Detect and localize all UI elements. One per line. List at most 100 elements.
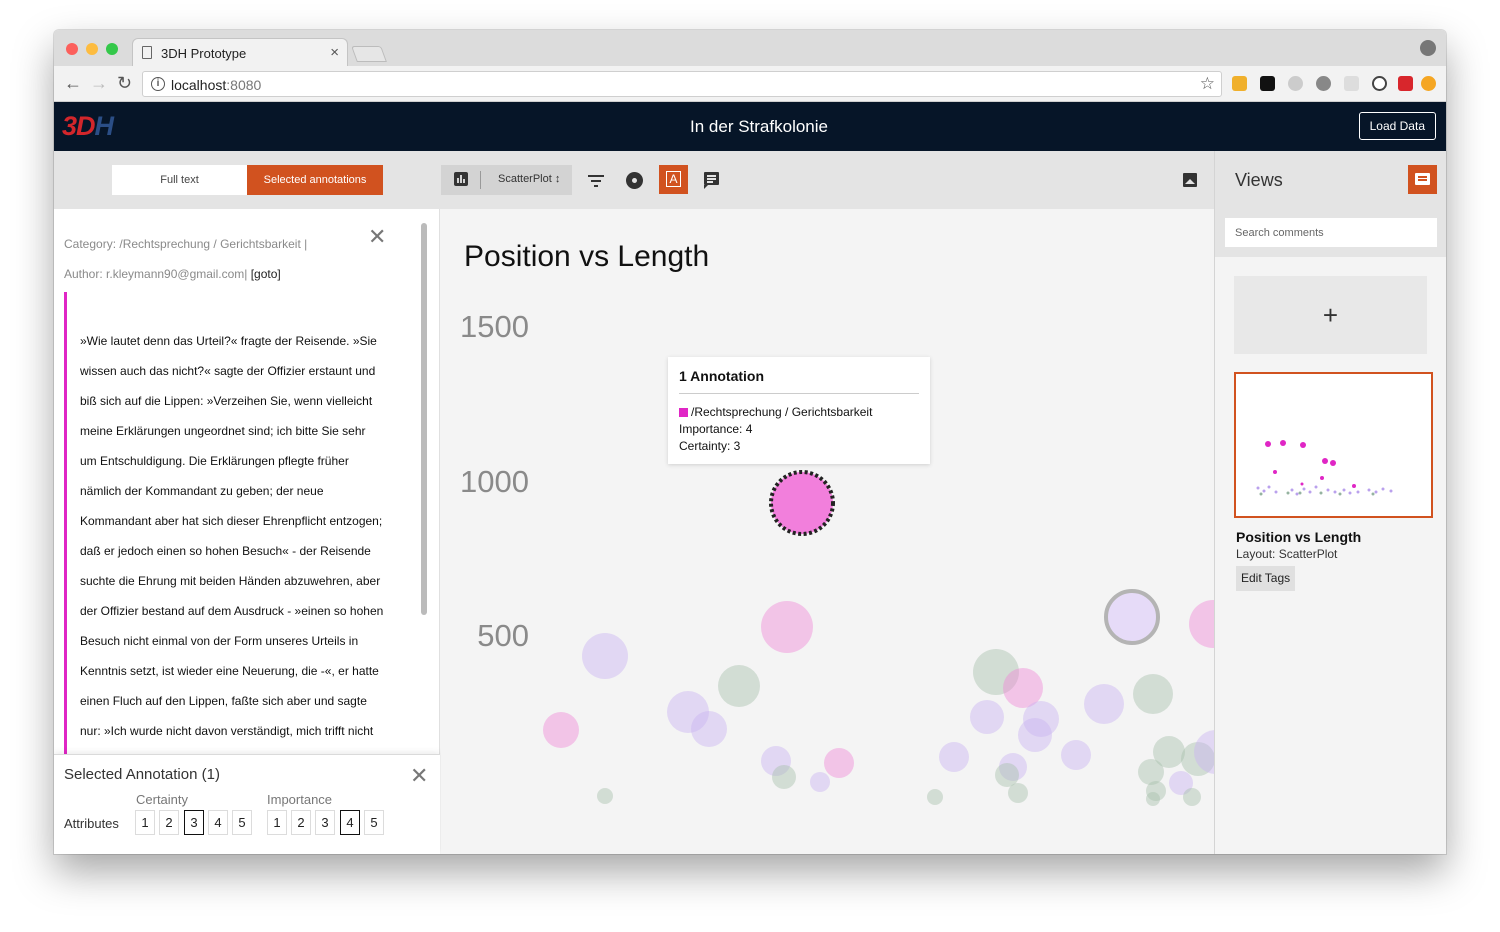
annotations-toggle-button[interactable]: A [659, 165, 688, 194]
data-point[interactable] [761, 601, 813, 653]
view-layout: Layout: ScatterPlot [1236, 547, 1338, 561]
app-header: 3DH In der Strafkolonie Load Data [54, 102, 1446, 151]
text-line: meine Erklärungen ungeordnet sind; ich b… [80, 424, 366, 438]
certainty-option-1[interactable]: 1 [135, 810, 155, 835]
minimize-window-icon[interactable] [86, 43, 98, 55]
tab-title: 3DH Prototype [161, 46, 247, 61]
data-point[interactable] [970, 700, 1004, 734]
selected-annotations-toggle[interactable]: Selected annotations [247, 165, 383, 195]
comment-icon[interactable] [704, 172, 719, 189]
load-data-button[interactable]: Load Data [1358, 112, 1436, 140]
annotation-category: Category: /Rechtsprechung / Gerichtsbark… [64, 237, 308, 251]
views-header: Views [1215, 151, 1446, 209]
back-icon[interactable]: ← [64, 74, 82, 92]
annotation-detail-panel: Category: /Rechtsprechung / Gerichtsbark… [54, 209, 440, 754]
text-line: suchte die Ehrung mit beiden Händen abzu… [80, 574, 381, 588]
close-window-icon[interactable] [66, 43, 78, 55]
text-line: nämlich der Kommandant zu geben; der neu… [80, 484, 324, 498]
forward-icon[interactable]: → [90, 74, 108, 92]
data-point-selected[interactable] [1104, 589, 1160, 645]
data-point-highlighted[interactable] [769, 470, 835, 536]
divider [480, 171, 481, 189]
url-text: localhost:8080 [171, 77, 262, 93]
tooltip-title: 1 Annotation [679, 368, 765, 384]
certainty-option-4[interactable]: 4 [208, 810, 228, 835]
new-tab-button[interactable] [351, 46, 387, 62]
plot-canvas[interactable] [441, 209, 1214, 854]
zoom-window-icon[interactable] [106, 43, 118, 55]
data-point[interactable] [1018, 718, 1052, 752]
certainty-option-2[interactable]: 2 [159, 810, 179, 835]
data-point[interactable] [772, 765, 796, 789]
importance-option-5[interactable]: 5 [364, 810, 384, 835]
data-point[interactable] [1138, 759, 1164, 785]
extension-k-icon[interactable] [1232, 76, 1247, 91]
importance-option-3[interactable]: 3 [315, 810, 335, 835]
data-point[interactable] [691, 711, 727, 747]
text-line: wissen auch das nicht?« sagte der Offizi… [80, 364, 376, 378]
close-icon[interactable]: ✕ [368, 226, 386, 248]
data-point[interactable] [1084, 684, 1124, 724]
data-point[interactable] [939, 742, 969, 772]
data-point[interactable] [1133, 674, 1173, 714]
add-view-button[interactable]: + [1234, 276, 1427, 354]
page-icon [142, 46, 152, 59]
category-swatch [679, 408, 688, 417]
scrollbar-thumb[interactable] [421, 223, 427, 615]
data-point[interactable] [582, 633, 628, 679]
data-point[interactable] [597, 788, 613, 804]
export-image-icon[interactable] [1183, 173, 1197, 187]
tooltip-category: /Rechtsprechung / Gerichtsbarkeit [679, 405, 872, 419]
extension-globe-icon[interactable] [1316, 76, 1331, 91]
data-point[interactable] [1008, 783, 1028, 803]
goto-link[interactable]: [goto] [251, 267, 281, 281]
extension-power-icon[interactable] [1372, 76, 1387, 91]
tooltip-importance: Importance: 4 [679, 422, 753, 436]
data-point[interactable] [1189, 600, 1214, 648]
selected-annotation-title: Selected Annotation (1) [64, 766, 220, 783]
certainty-option-3[interactable]: 3 [184, 810, 204, 835]
filter-icon[interactable] [588, 175, 604, 187]
layout-selector[interactable]: ScatterPlot ↕ [441, 165, 572, 195]
annotation-author: Author: r.kleymann90@gmail.com| [goto] [64, 267, 281, 281]
data-point[interactable] [718, 665, 760, 707]
data-point[interactable] [543, 712, 579, 748]
importance-option-1[interactable]: 1 [267, 810, 287, 835]
info-icon[interactable]: i [151, 77, 165, 91]
view-title: Position vs Length [1236, 529, 1362, 545]
settings-gear-icon[interactable] [626, 172, 643, 189]
view-thumbnail[interactable] [1234, 372, 1433, 518]
extension-red-icon[interactable] [1398, 76, 1413, 91]
full-text-toggle[interactable]: Full text [112, 165, 247, 195]
bookmark-star-icon[interactable]: ☆ [1200, 74, 1215, 94]
tooltip-certainty: Certainty: 3 [679, 439, 741, 453]
address-bar[interactable]: i localhost:8080 ☆ [142, 71, 1222, 97]
data-point[interactable] [824, 748, 854, 778]
layout-select[interactable]: ScatterPlot ↕ [498, 173, 560, 185]
close-icon[interactable]: ✕ [410, 765, 428, 787]
browser-tab[interactable]: 3DH Prototype × [132, 38, 348, 66]
profile-icon[interactable] [1420, 40, 1436, 56]
extension-chat-icon[interactable] [1344, 76, 1359, 91]
extension-b-icon[interactable] [1260, 76, 1275, 91]
comments-toggle-button[interactable] [1408, 165, 1437, 194]
data-point[interactable] [1183, 788, 1201, 806]
importance-option-2[interactable]: 2 [291, 810, 311, 835]
annotation-tooltip: 1 Annotation /Rechtsprechung / Gerichtsb… [668, 357, 930, 464]
data-point[interactable] [1146, 792, 1160, 806]
extension-orange-icon[interactable] [1421, 76, 1436, 91]
selected-annotation-panel: Selected Annotation (1) ✕ Certainty Impo… [54, 754, 440, 854]
close-tab-icon[interactable]: × [330, 44, 339, 61]
search-comments-input[interactable] [1225, 218, 1437, 247]
data-point[interactable] [927, 789, 943, 805]
certainty-option-5[interactable]: 5 [232, 810, 252, 835]
extension-cloud-icon[interactable] [1288, 76, 1303, 91]
text-line: biß sich auf die Lippen: »Verzeihen Sie,… [80, 394, 373, 408]
importance-option-4[interactable]: 4 [340, 810, 360, 835]
data-point[interactable] [810, 772, 830, 792]
bar-chart-icon[interactable] [454, 172, 468, 186]
data-point[interactable] [1061, 740, 1091, 770]
reload-icon[interactable]: ↻ [117, 74, 132, 92]
view-toolbar: Full text Selected annotations ScatterPl… [54, 151, 1214, 209]
edit-tags-button[interactable]: Edit Tags [1236, 566, 1296, 591]
